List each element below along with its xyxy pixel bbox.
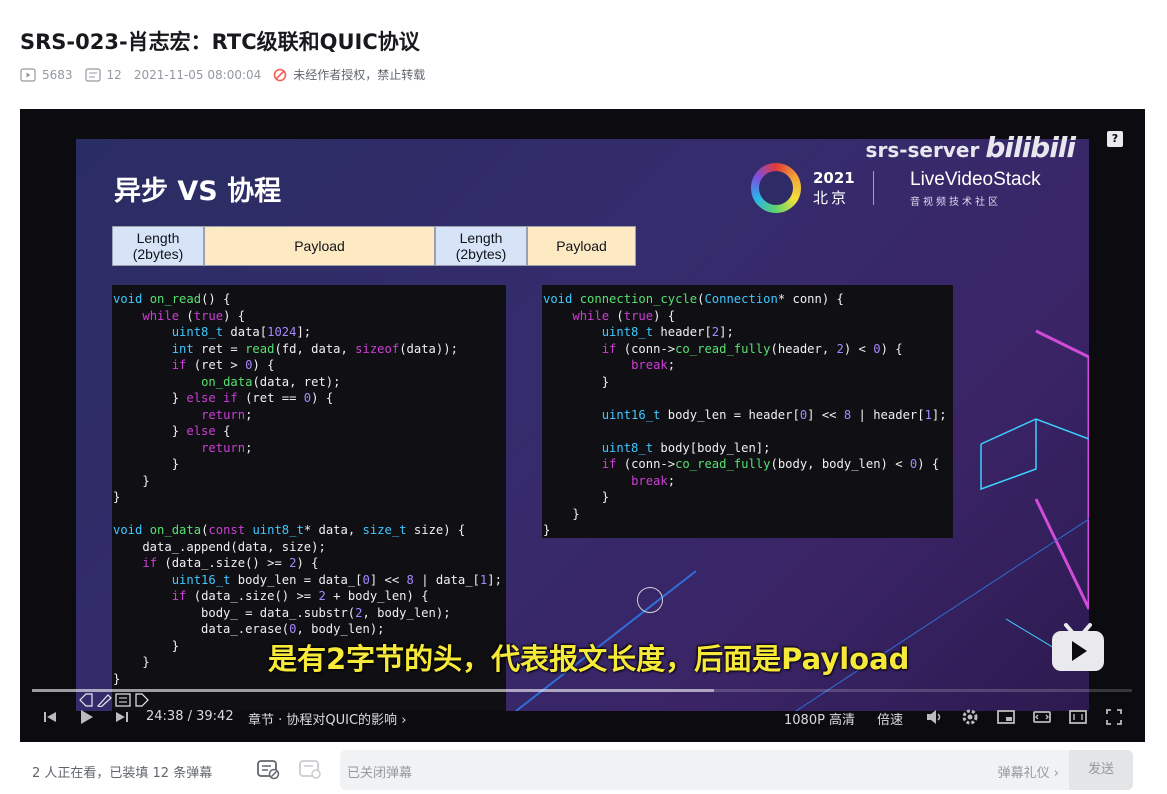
livevideostack-badge-icon: [751, 163, 801, 213]
pip-icon[interactable]: [996, 707, 1016, 727]
danmaku-settings-icon[interactable]: [298, 758, 322, 780]
chapter-button[interactable]: 章节 · 协程对QUIC的影响 ›: [248, 709, 406, 728]
time-total: 39:42: [196, 709, 234, 724]
slide-title: 异步 VS 协程: [114, 176, 282, 207]
logo-divider: [873, 171, 874, 205]
play-count-icon: [20, 67, 36, 82]
quality-button[interactable]: 1080P 高清: [784, 709, 855, 728]
danmaku-input[interactable]: 已关闭弹幕 弹幕礼仪 › 发送: [340, 750, 1133, 790]
laser-pointer-icon: [637, 587, 663, 613]
watermark: srs-server bilibili: [865, 131, 1076, 164]
packet-payload-2: Payload: [527, 226, 636, 266]
viewer-count: 2 人正在看，已装填 12 条弹幕: [32, 766, 213, 781]
logo-year: 2021: [813, 169, 855, 187]
bilibili-logo: bilibili: [985, 131, 1076, 164]
time-display: 24:38 / 39:42: [146, 709, 234, 724]
progress-bar[interactable]: [32, 689, 1132, 692]
danmaku-bar: 2 人正在看，已装填 12 条弹幕 已关闭弹幕 弹幕礼仪 › 发送: [20, 742, 1145, 794]
send-button[interactable]: 发送: [1069, 750, 1133, 790]
fullscreen-icon[interactable]: [1104, 707, 1124, 727]
video-subtitle: 是有2字节的头，代表报文长度，后面是Payload: [268, 642, 910, 676]
danmaku-count-icon: [84, 67, 101, 82]
logo-brand: LiveVideoStack: [910, 169, 1041, 190]
packet-payload-1: Payload: [204, 226, 435, 266]
watermark-text: srs-server: [865, 138, 980, 162]
copyright-notice: 未经作者授权，禁止转载: [273, 66, 425, 83]
progress-fill: [32, 689, 714, 692]
video-title: SRS-023-肖志宏：RTC级联和QUIC协议: [20, 30, 420, 54]
danmaku-etiquette-link[interactable]: 弹幕礼仪 ›: [998, 762, 1059, 781]
code-block-coroutine: void connection_cycle(Connection* conn) …: [542, 285, 953, 538]
page: SRS-023-肖志宏：RTC级联和QUIC协议 5683 12 2021-11…: [0, 0, 1167, 794]
slide-frame: 异步 VS 协程 2021 北京 LiveVideoStack 音视频技术社区 …: [76, 139, 1089, 711]
help-icon[interactable]: ?: [1107, 131, 1123, 147]
copyright-text: 未经作者授权，禁止转载: [293, 68, 426, 82]
logo-city: 北京: [813, 189, 850, 207]
danmaku-count: 12: [106, 67, 122, 82]
danmaku-placeholder: 已关闭弹幕: [347, 766, 413, 781]
chapter-label: 章节 · 协程对QUIC的影响: [248, 713, 398, 728]
control-bar: 24:38 / 39:42 章节 · 协程对QUIC的影响 › 1080P 高清…: [20, 705, 1145, 731]
time-current: 24:38: [146, 709, 184, 724]
packet-length-2: Length (2bytes): [435, 226, 527, 266]
video-player[interactable]: 异步 VS 协程 2021 北京 LiveVideoStack 音视频技术社区 …: [20, 109, 1145, 742]
play-icon[interactable]: [76, 707, 96, 727]
no-repost-icon: [273, 68, 287, 81]
prev-icon[interactable]: [40, 707, 60, 727]
danmaku-stat: 12: [84, 67, 122, 82]
bilibili-tv-play-icon[interactable]: [1050, 621, 1106, 673]
volume-icon[interactable]: [924, 707, 944, 727]
logo-subtitle: 音视频技术社区: [910, 197, 1001, 208]
widescreen-icon[interactable]: [1032, 707, 1052, 727]
views-stat: 5683: [20, 68, 73, 82]
packet-length-1: Length (2bytes): [112, 226, 204, 266]
web-fullscreen-icon[interactable]: [1068, 707, 1088, 727]
settings-gear-icon[interactable]: [960, 707, 980, 727]
speed-button[interactable]: 倍速: [877, 709, 903, 728]
danmaku-toggle-icon[interactable]: [256, 758, 280, 780]
video-meta: 5683 12 2021-11-05 08:00:04 未经作者授权，禁止转载: [20, 66, 437, 83]
next-icon[interactable]: [112, 707, 132, 727]
views-count: 5683: [42, 67, 73, 82]
publish-time: 2021-11-05 08:00:04: [133, 67, 262, 82]
